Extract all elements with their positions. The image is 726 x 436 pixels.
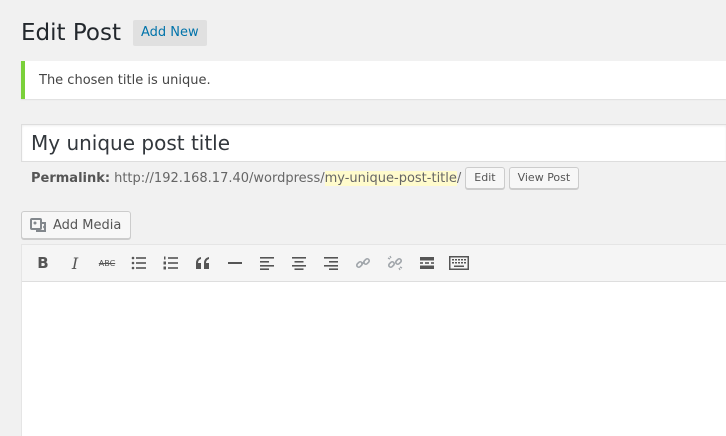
notice-text: The chosen title is unique.: [39, 72, 211, 88]
permalink-base: http://192.168.17.40/wordpress/: [114, 170, 325, 186]
strikethrough-icon[interactable]: ABC: [91, 249, 123, 277]
add-new-button[interactable]: Add New: [132, 20, 207, 46]
permalink-suffix: /: [456, 170, 462, 186]
editor-content-area[interactable]: [22, 282, 726, 436]
add-media-label: Add Media: [53, 217, 122, 233]
strikethrough-glyph: ABC: [98, 258, 116, 268]
insert-link-icon[interactable]: [347, 249, 379, 277]
align-left-icon[interactable]: [251, 249, 283, 277]
add-media-button[interactable]: Add Media: [21, 211, 132, 239]
bold-glyph: B: [37, 254, 49, 272]
permalink-slug[interactable]: my-unique-post-title: [324, 170, 457, 186]
permalink-label: Permalink:: [31, 170, 111, 186]
add-media-icon: [30, 218, 46, 232]
post-title-input[interactable]: [22, 125, 726, 161]
read-more-icon[interactable]: [411, 249, 443, 277]
page-title: Edit Post: [21, 20, 121, 46]
heading-row: Edit Post Add New: [21, 16, 207, 50]
content-editor: B I ABC: [21, 244, 726, 436]
view-post-button[interactable]: View Post: [508, 167, 580, 189]
align-right-icon[interactable]: [315, 249, 347, 277]
blockquote-icon[interactable]: [187, 249, 219, 277]
italic-icon[interactable]: I: [59, 249, 91, 277]
horizontal-line-icon[interactable]: [219, 249, 251, 277]
remove-link-icon[interactable]: [379, 249, 411, 277]
align-center-icon[interactable]: [283, 249, 315, 277]
italic-glyph: I: [71, 253, 79, 273]
bulleted-list-icon[interactable]: [123, 249, 155, 277]
editor-toolbar: B I ABC: [22, 245, 726, 282]
edit-permalink-button[interactable]: Edit: [465, 167, 505, 189]
success-notice: The chosen title is unique.: [21, 61, 726, 99]
title-field-wrap: [21, 124, 726, 162]
toolbar-toggle-icon[interactable]: [443, 249, 475, 277]
bold-icon[interactable]: B: [27, 249, 59, 277]
numbered-list-icon[interactable]: [155, 249, 187, 277]
permalink-row: Permalink: http://192.168.17.40/wordpres…: [31, 166, 580, 190]
